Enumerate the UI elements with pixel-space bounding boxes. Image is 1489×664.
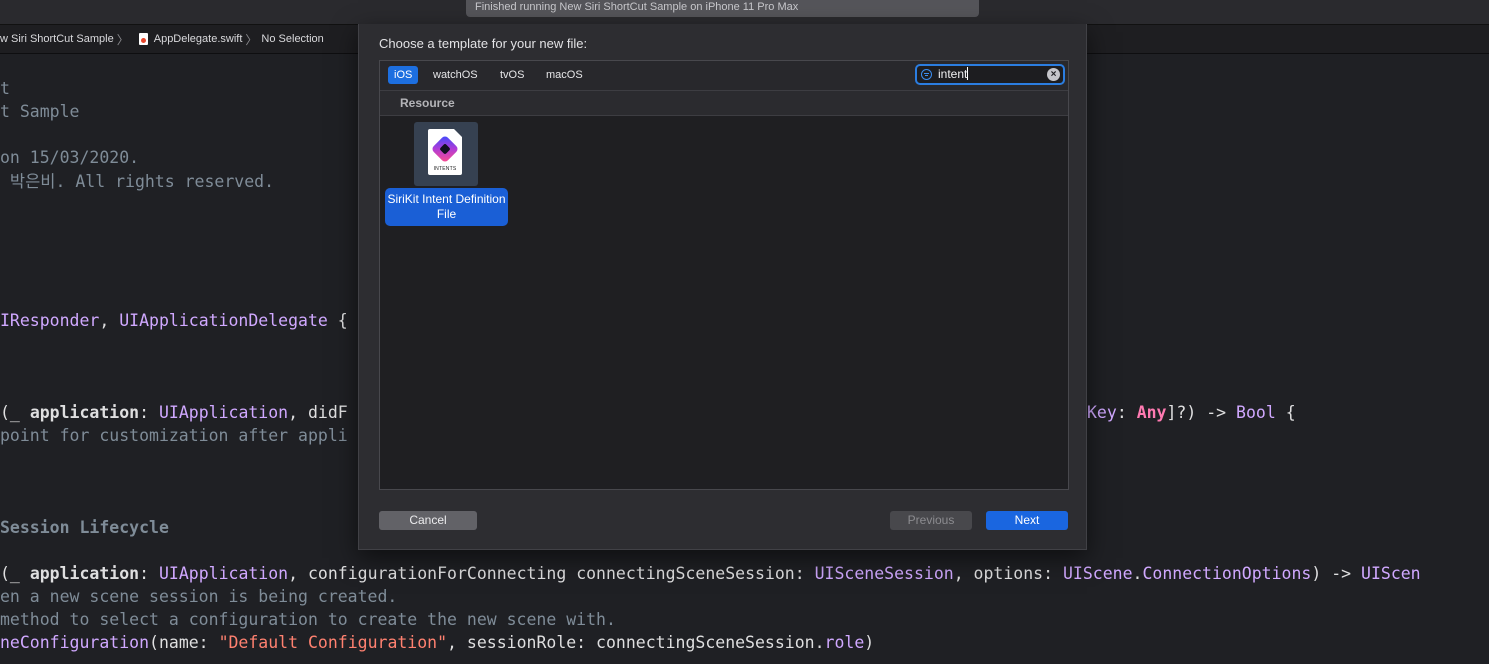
code-line: t [0, 79, 10, 98]
filter-input-value[interactable]: intent [938, 67, 967, 81]
activity-status: Finished running New Siri ShortCut Sampl… [466, 0, 979, 17]
section-title: Resource [400, 96, 455, 110]
new-file-template-sheet: Choose a template for your new file: iOS… [358, 24, 1087, 550]
text-caret [967, 67, 969, 80]
previous-button[interactable]: Previous [890, 511, 972, 530]
next-button[interactable]: Next [986, 511, 1068, 530]
section-header-resource: Resource [380, 91, 1068, 116]
code-line: on 15/03/2020. [0, 148, 140, 167]
tab-watchos[interactable]: watchOS [427, 66, 484, 84]
icon-caption: INTENTS [433, 166, 457, 172]
filter-icon [921, 69, 932, 80]
code-line: Key: Any]?) -> Bool { [1087, 403, 1296, 422]
template-label: SiriKit Intent Definition File [385, 188, 508, 226]
sheet-title: Choose a template for your new file: [379, 36, 588, 51]
code-line: (_ application: UIApplication, configura… [0, 564, 1421, 583]
tab-ios[interactable]: iOS [388, 66, 419, 84]
chevron-right-icon: 〉 [116, 32, 129, 47]
template-chooser: iOS watchOS tvOS macOS intent × Resource… [379, 60, 1069, 490]
code-line: 박은비. All rights reserved. [0, 172, 275, 191]
tab-tvos[interactable]: tvOS [494, 66, 530, 84]
code-line: t Sample [0, 102, 80, 121]
breadcrumb-selection[interactable]: No Selection [261, 33, 323, 45]
breadcrumb-project[interactable]: w Siri ShortCut Sample [0, 33, 114, 45]
cancel-button[interactable]: Cancel [379, 511, 477, 530]
chevron-right-icon: 〉 [245, 32, 258, 47]
template-filter-field[interactable]: intent × [915, 64, 1065, 85]
code-line: (_ application: UIApplication, didF [0, 403, 348, 422]
code-line: IResponder, UIApplicationDelegate { [0, 311, 348, 330]
code-line: neConfiguration(name: "Default Configura… [0, 633, 875, 652]
window-toolbar: Finished running New Siri ShortCut Sampl… [0, 0, 1489, 25]
swift-file-icon [138, 33, 148, 45]
template-sirikit-intent-definition[interactable]: INTENTS SiriKit Intent Definition File [385, 122, 508, 228]
document-icon: INTENTS [428, 129, 462, 175]
code-line: point for customization after appli [0, 426, 348, 445]
code-line: Session Lifecycle [0, 518, 169, 537]
platform-tab-bar: iOS watchOS tvOS macOS intent × [380, 61, 1068, 91]
breadcrumb: w Siri ShortCut Sample 〉 AppDelegate.swi… [0, 25, 324, 53]
code-line: en a new scene session is being created. [0, 587, 398, 606]
code-line: method to select a configuration to crea… [0, 610, 616, 629]
intents-gem-icon [430, 134, 460, 164]
tab-macos[interactable]: macOS [540, 66, 589, 84]
intents-file-icon: INTENTS [414, 122, 478, 186]
clear-search-icon[interactable]: × [1047, 68, 1060, 81]
breadcrumb-file[interactable]: AppDelegate.swift [154, 33, 243, 45]
